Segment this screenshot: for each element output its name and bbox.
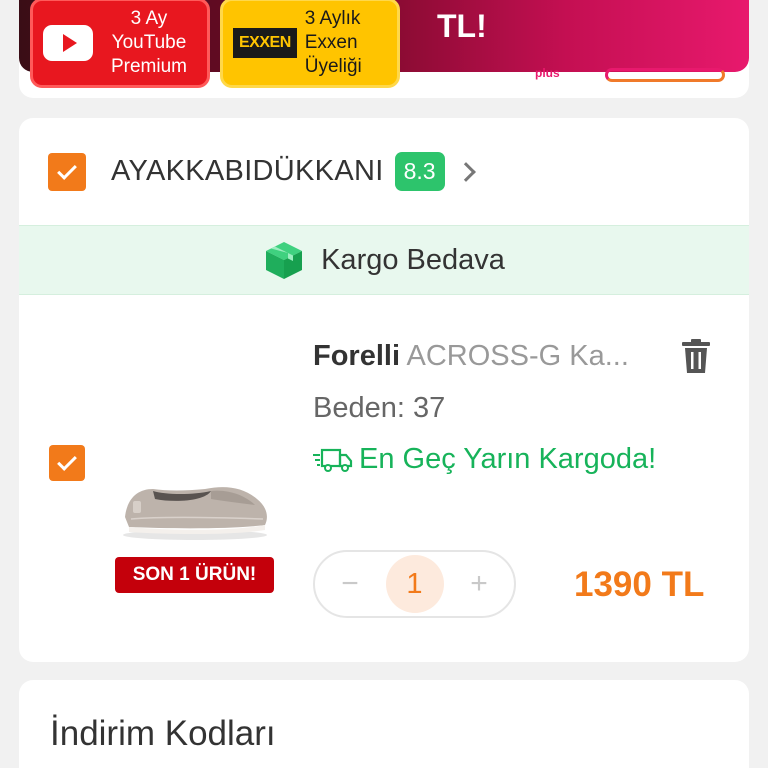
- quantity-increase-button[interactable]: +: [464, 567, 494, 601]
- seller-checkbox[interactable]: [48, 152, 86, 191]
- delivery-text: En Geç Yarın Kargoda!: [359, 443, 657, 475]
- exxen-logo: EXXEN: [233, 28, 297, 58]
- youtube-icon: [43, 25, 93, 61]
- quantity-decrease-button[interactable]: −: [335, 567, 365, 601]
- truck-icon: [313, 448, 353, 472]
- youtube-tile-text: 3 Ay YouTube Premium: [110, 8, 187, 77]
- youtube-premium-tile[interactable]: 3 Ay YouTube Premium: [30, 0, 210, 88]
- seller-name[interactable]: AYAKKABIDÜKKANI: [111, 155, 384, 188]
- seller-header[interactable]: AYAKKABIDÜKKANI 8.3: [19, 118, 749, 225]
- promo-currency: TL!: [437, 8, 487, 44]
- product-image[interactable]: [115, 455, 275, 545]
- promo-progress-bar: [605, 68, 725, 82]
- product-price: 1390 TL: [574, 565, 705, 604]
- trash-icon[interactable]: [680, 337, 712, 375]
- check-icon: [57, 451, 77, 471]
- free-cargo-banner: Kargo Bedava: [19, 225, 749, 295]
- seller-card: AYAKKABIDÜKKANI 8.3 Kargo Bedava SON 1 Ü…: [19, 118, 749, 662]
- exxen-tile[interactable]: EXXEN 3 Aylık Exxen Üyeliği: [220, 0, 400, 88]
- discount-codes-card[interactable]: İndirim Kodları: [19, 680, 749, 768]
- product-size: Beden: 37: [313, 392, 446, 424]
- last-item-badge: SON 1 ÜRÜN!: [115, 557, 274, 593]
- free-cargo-text: Kargo Bedava: [321, 243, 505, 276]
- product-title[interactable]: Forelli ACROSS-G Ka...: [313, 340, 629, 373]
- quantity-value: 1: [385, 555, 444, 613]
- exxen-tile-text: 3 Aylık Exxen Üyeliği: [304, 8, 362, 77]
- package-icon: [266, 242, 303, 279]
- promo-banner[interactable]: 3 Ay YouTube Premium EXXEN 3 Aylık Exxen…: [19, 0, 749, 98]
- quantity-stepper: − 1 +: [313, 550, 516, 618]
- promo-plus-label: plus: [535, 66, 560, 80]
- check-icon: [57, 159, 77, 180]
- discount-codes-title: İndirim Kodları: [50, 714, 276, 753]
- product-checkbox[interactable]: [49, 445, 85, 481]
- delivery-info: En Geç Yarın Kargoda!: [313, 443, 656, 476]
- seller-score-badge: 8.3: [394, 152, 445, 191]
- product-brand: Forelli: [313, 340, 401, 372]
- product-name: ACROSS-G Ka...: [406, 340, 629, 372]
- chevron-right-icon[interactable]: [455, 161, 476, 182]
- cart-product: SON 1 ÜRÜN! Forelli ACROSS-G Ka... Beden…: [19, 295, 749, 662]
